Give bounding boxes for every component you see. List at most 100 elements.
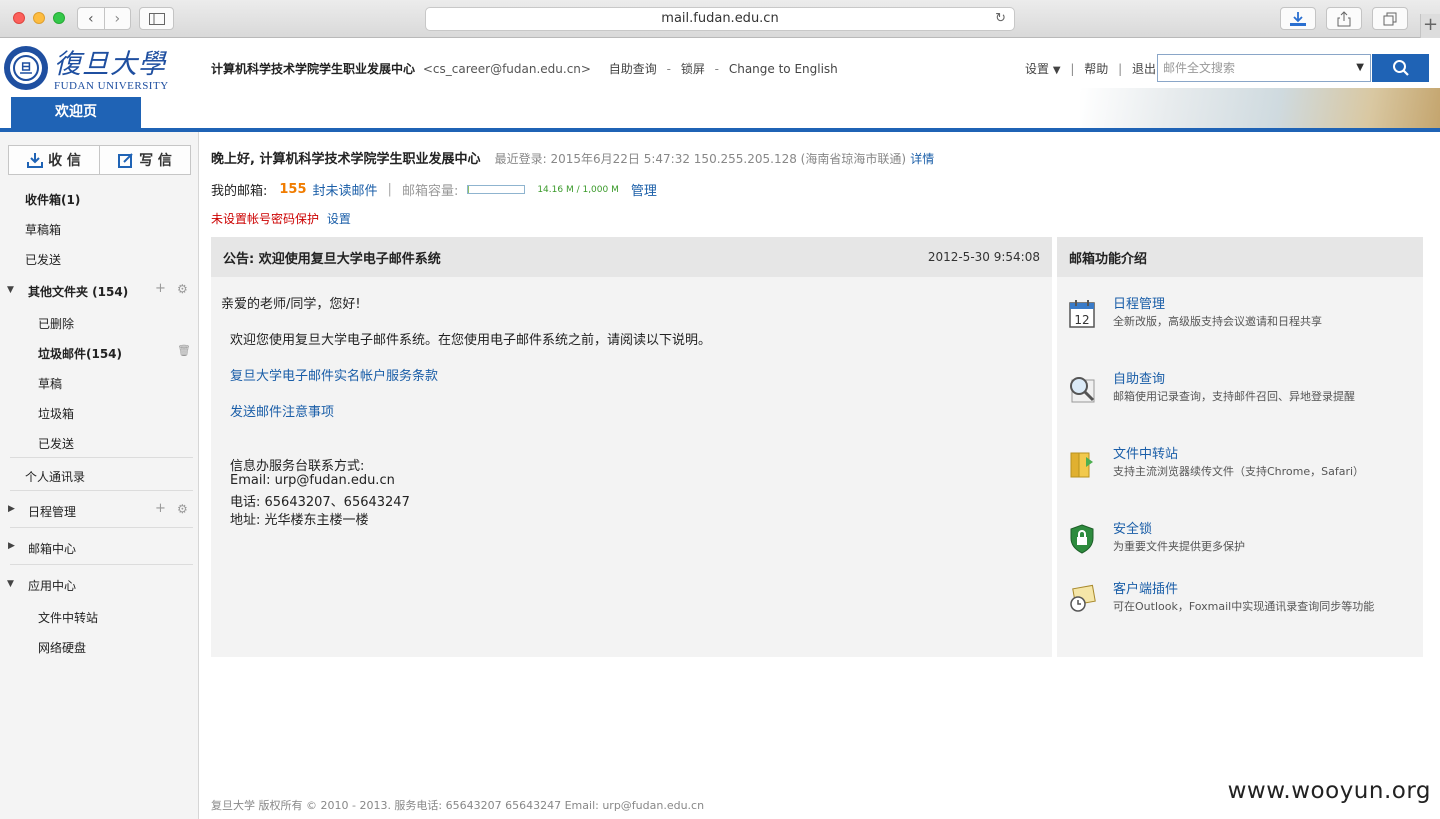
- compose-button[interactable]: 写 信: [100, 146, 190, 174]
- announcement-title: 公告: 欢迎使用复旦大学电子邮件系统: [223, 251, 441, 267]
- caret-down-icon: ▼: [1052, 65, 1061, 76]
- feature-file-transfer[interactable]: 文件中转站 支持主流浏览器续传文件（支持Chrome，Safari）: [1057, 447, 1423, 499]
- manage-link[interactable]: 管理: [631, 180, 657, 199]
- folder-inbox[interactable]: 收件箱(1): [25, 191, 80, 208]
- file-transfer-link[interactable]: 文件中转站: [38, 609, 98, 626]
- unread-count[interactable]: 155: [279, 182, 306, 197]
- app-center-section[interactable]: 应用中心: [28, 577, 76, 594]
- tab-welcome[interactable]: 欢迎页: [11, 97, 141, 128]
- feature-name[interactable]: 安全锁: [1113, 518, 1152, 537]
- tabs-overview-button[interactable]: [1372, 7, 1408, 30]
- terms-link[interactable]: 复旦大学电子邮件实名帐户服务条款: [230, 365, 438, 384]
- shield-lock-icon: [1070, 524, 1094, 554]
- folder-other[interactable]: 其他文件夹 (154): [28, 283, 128, 300]
- feature-name[interactable]: 客户端插件: [1113, 578, 1178, 597]
- search-input[interactable]: 邮件全文搜索 ▼: [1157, 54, 1371, 82]
- feature-name[interactable]: 日程管理: [1113, 293, 1165, 312]
- compose-label: 写 信: [139, 153, 172, 169]
- sidebar: 收 信 写 信 收件箱(1) 草稿箱 已发送 ▼ 其他文件夹 (154) + ⚙…: [0, 132, 199, 819]
- top-links: 设置 ▼ | 帮助 | 退出: [1025, 60, 1156, 77]
- plugin-icon: [1070, 584, 1096, 612]
- folder-drafts-sub[interactable]: 草稿: [38, 375, 62, 392]
- divider: [10, 527, 193, 528]
- watermark: www.wooyun.org: [1227, 778, 1431, 804]
- feature-desc: 为重要文件夹提供更多保护: [1113, 540, 1245, 553]
- fudan-logo[interactable]: 旦 復旦大學 FUDAN UNIVERSITY: [2, 42, 178, 98]
- announcement-intro: 欢迎您使用复旦大学电子邮件系统。在您使用电子邮件系统之前，请阅读以下说明。: [230, 333, 712, 348]
- folder-trash[interactable]: 垃圾箱: [38, 405, 74, 422]
- tabs-icon: [1383, 12, 1397, 25]
- login-details-link[interactable]: 详情: [910, 152, 934, 166]
- self-query-link[interactable]: 自助查询: [609, 62, 657, 76]
- feature-client-plugin[interactable]: 客户端插件 可在Outlook，Foxmail中实现通讯录查询同步等功能: [1057, 582, 1423, 634]
- trash-icon[interactable]: 🗑: [177, 344, 191, 357]
- sidebar-toggle-button[interactable]: [139, 7, 174, 30]
- mybox-label: 我的邮箱:: [211, 184, 268, 199]
- capacity-label: 邮箱容量:: [401, 184, 459, 199]
- feature-self-query[interactable]: 自助查询 邮箱使用记录查询，支持邮件召回、异地登录提醒: [1057, 372, 1423, 424]
- capacity-bar-fill: [468, 186, 470, 193]
- divider: [10, 490, 193, 491]
- contacts-link[interactable]: 个人通讯录: [25, 468, 85, 485]
- expanded-triangle-icon[interactable]: ▼: [7, 285, 14, 295]
- setup-protection-link[interactable]: 设置: [327, 212, 351, 226]
- lock-screen-link[interactable]: 锁屏: [681, 62, 705, 76]
- close-window-button[interactable]: [13, 12, 25, 24]
- feature-security-lock[interactable]: 安全锁 为重要文件夹提供更多保护: [1057, 522, 1423, 574]
- help-link[interactable]: 帮助: [1084, 62, 1108, 76]
- mail-actions: 收 信 写 信: [8, 145, 191, 175]
- divider: [10, 564, 193, 565]
- salutation: 亲爱的老师/同学，您好!: [221, 297, 361, 312]
- collapsed-triangle-icon[interactable]: ▶: [8, 541, 15, 551]
- footer-copyright: 复旦大学 版权所有 © 2010 - 2013. 服务电话: 65643207 …: [211, 799, 705, 812]
- feature-calendar[interactable]: 12 日程管理 全新改版，高级版支持会议邀请和日程共享: [1057, 297, 1423, 349]
- logout-link[interactable]: 退出: [1132, 62, 1156, 76]
- net-disk-link[interactable]: 网络硬盘: [38, 639, 86, 656]
- zoom-window-button[interactable]: [53, 12, 65, 24]
- add-folder-icon[interactable]: +: [155, 281, 166, 296]
- svg-text:旦: 旦: [19, 62, 32, 77]
- feature-name[interactable]: 自助查询: [1113, 368, 1165, 387]
- mail-center-section[interactable]: 邮箱中心: [28, 540, 76, 557]
- settings-link[interactable]: 设置 ▼: [1025, 62, 1061, 76]
- magnifier-icon: [1070, 377, 1095, 403]
- gear-icon[interactable]: ⚙: [177, 502, 188, 516]
- folder-sent[interactable]: 已发送: [25, 251, 61, 268]
- history-nav: ‹ ›: [77, 7, 131, 30]
- feature-desc: 支持主流浏览器续传文件（支持Chrome，Safari）: [1113, 465, 1365, 478]
- collapsed-triangle-icon[interactable]: ▶: [8, 504, 15, 514]
- back-icon[interactable]: ‹: [78, 8, 105, 29]
- search-scope-dropdown-icon[interactable]: ▼: [1356, 55, 1364, 81]
- address-bar[interactable]: mail.fudan.edu.cn ↻: [425, 7, 1015, 31]
- url-text: mail.fudan.edu.cn: [661, 11, 779, 26]
- folder-spam[interactable]: 垃圾邮件(154): [38, 345, 122, 362]
- minimize-window-button[interactable]: [33, 12, 45, 24]
- folder-drafts[interactable]: 草稿箱: [25, 221, 61, 238]
- change-language-link[interactable]: Change to English: [729, 62, 838, 76]
- feature-desc: 全新改版，高级版支持会议邀请和日程共享: [1113, 315, 1322, 328]
- folder-deleted[interactable]: 已删除: [38, 315, 74, 332]
- calendar-section[interactable]: 日程管理: [28, 503, 76, 520]
- reload-icon[interactable]: ↻: [995, 8, 1006, 30]
- sending-notes-link[interactable]: 发送邮件注意事项: [230, 401, 334, 420]
- announcement-date: 2012-5-30 9:54:08: [927, 250, 1040, 264]
- add-calendar-icon[interactable]: +: [155, 501, 166, 516]
- folder-sent-sub[interactable]: 已发送: [38, 435, 74, 452]
- downloads-button[interactable]: [1280, 7, 1316, 30]
- capacity-value: 14.16 M / 1,000 M: [537, 184, 619, 195]
- folder-transfer-icon: [1070, 452, 1093, 478]
- announcement-header: 公告: 欢迎使用复旦大学电子邮件系统 2012-5-30 9:54:08: [211, 237, 1052, 277]
- logo-english-name: FUDAN UNIVERSITY: [54, 80, 169, 92]
- expanded-triangle-icon[interactable]: ▼: [7, 579, 14, 589]
- receive-button[interactable]: 收 信: [9, 146, 100, 174]
- feature-name[interactable]: 文件中转站: [1113, 443, 1178, 462]
- search-button[interactable]: [1372, 54, 1429, 82]
- feature-desc: 可在Outlook，Foxmail中实现通讯录查询同步等功能: [1113, 600, 1375, 613]
- share-button[interactable]: [1326, 7, 1362, 30]
- feature-desc: 邮箱使用记录查询，支持邮件召回、异地登录提醒: [1113, 390, 1355, 403]
- forward-icon[interactable]: ›: [105, 8, 131, 29]
- new-tab-button[interactable]: +: [1420, 14, 1440, 38]
- unread-link[interactable]: 封未读邮件: [313, 180, 378, 199]
- gear-icon[interactable]: ⚙: [177, 282, 188, 296]
- last-login-text: 最近登录: 2015年6月22日 5:47:32 150.255.205.128…: [494, 152, 907, 166]
